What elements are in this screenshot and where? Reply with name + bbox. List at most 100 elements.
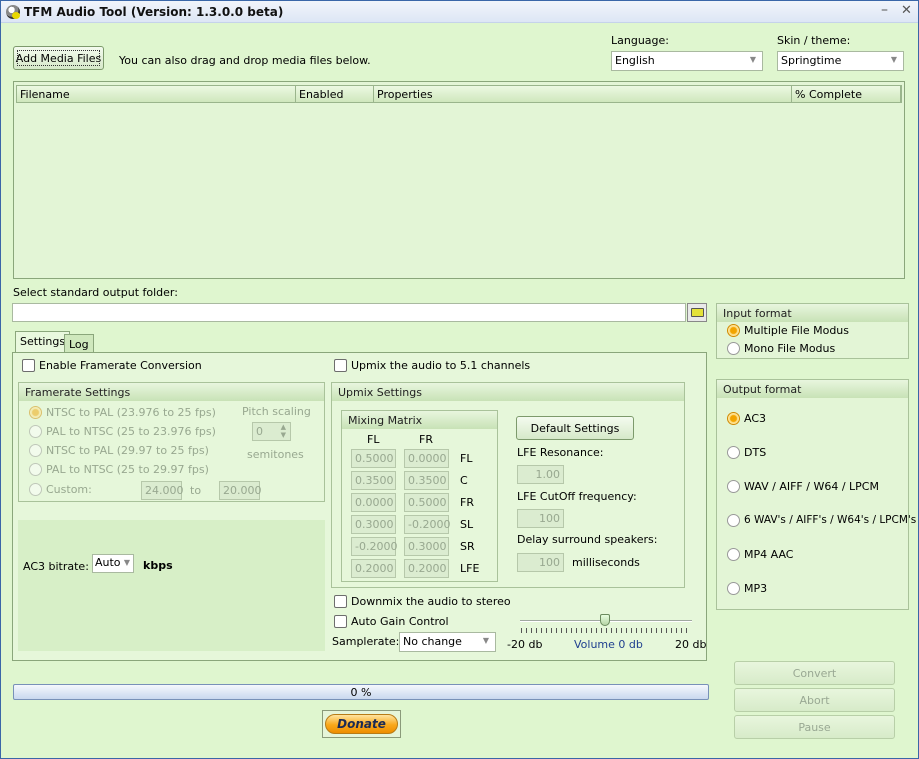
upmix-settings-title: Upmix Settings <box>332 383 684 401</box>
samplerate-label: Samplerate: <box>332 635 400 648</box>
output-format-radio[interactable] <box>727 514 740 527</box>
downmix-label: Downmix the audio to stereo <box>351 595 511 608</box>
input-format-radio[interactable] <box>727 342 740 355</box>
lfe-cutoff-label: LFE CutOff frequency: <box>517 490 637 503</box>
ac3-settings-area <box>18 520 325 651</box>
minimize-button[interactable]: – <box>881 2 888 18</box>
samplerate-select[interactable]: No change ▼ <box>399 632 496 652</box>
matrix-fr-input[interactable]: 0.0000 <box>404 449 449 468</box>
matrix-fl-input[interactable]: 0.2000 <box>351 559 396 578</box>
matrix-fr-input[interactable]: 0.5000 <box>404 493 449 512</box>
output-format-option: AC3 <box>744 412 767 425</box>
donate-button[interactable]: Donate <box>325 714 398 734</box>
add-media-files-button[interactable]: Add Media Files <box>13 46 104 70</box>
matrix-row-label: C <box>460 474 468 487</box>
chevron-down-icon: ▼ <box>123 558 130 567</box>
pitch-scaling-stepper[interactable]: 0 ▲ ▼ <box>252 422 291 441</box>
output-format-radio[interactable] <box>727 548 740 561</box>
input-format-option: Mono File Modus <box>744 342 836 355</box>
column-percent-complete[interactable]: % Complete <box>792 86 901 102</box>
samplerate-value: No change <box>403 635 462 648</box>
delay-surround-label: Delay surround speakers: <box>517 533 658 546</box>
output-format-radio[interactable] <box>727 480 740 493</box>
language-value: English <box>615 54 655 67</box>
drag-drop-hint: You can also drag and drop media files b… <box>119 54 371 67</box>
matrix-fl-input[interactable]: 0.3000 <box>351 515 396 534</box>
upmix-checkbox[interactable] <box>334 359 347 372</box>
app-window: TFM Audio Tool (Version: 1.3.0.0 beta) –… <box>0 0 919 759</box>
matrix-fl-input[interactable]: -0.2000 <box>351 537 397 556</box>
framerate-conversion-checkbox[interactable] <box>22 359 35 372</box>
downmix-checkbox[interactable] <box>334 595 347 608</box>
lfe-resonance-label: LFE Resonance: <box>517 446 604 459</box>
browse-folder-button[interactable] <box>687 303 707 322</box>
matrix-fr-input[interactable]: 0.2000 <box>404 559 449 578</box>
skin-select[interactable]: Springtime ▼ <box>777 51 904 71</box>
kbps-label: kbps <box>143 559 173 572</box>
custom-from-input[interactable]: 24.000 <box>141 481 184 500</box>
title-bar: TFM Audio Tool (Version: 1.3.0.0 beta) –… <box>1 1 918 23</box>
framerate-option-radio[interactable] <box>29 444 42 457</box>
matrix-fr-input[interactable]: -0.2000 <box>404 515 450 534</box>
convert-button[interactable]: Convert <box>734 661 895 685</box>
output-format-option: MP4 AAC <box>744 548 794 561</box>
upmix-label: Upmix the audio to 5.1 channels <box>351 359 531 372</box>
framerate-option-label: NTSC to PAL (29.97 to 25 fps) <box>46 444 209 457</box>
framerate-option-radio[interactable] <box>29 406 42 419</box>
volume-slider-thumb[interactable] <box>600 614 610 626</box>
volume-value-label: Volume 0 db <box>574 638 643 651</box>
input-format-radio[interactable] <box>727 324 740 337</box>
tab-settings[interactable]: Settings <box>15 331 71 353</box>
output-format-radio[interactable] <box>727 582 740 595</box>
framerate-option-label: PAL to NTSC (25 to 23.976 fps) <box>46 425 216 438</box>
output-format-radio[interactable] <box>727 412 740 425</box>
output-format-option: DTS <box>744 446 767 459</box>
output-format-radio[interactable] <box>727 446 740 459</box>
matrix-fl-input[interactable]: 0.0000 <box>351 493 396 512</box>
output-format-option: WAV / AIFF / W64 / LPCM <box>744 480 879 493</box>
volume-slider-ticks <box>521 628 691 633</box>
chevron-down-icon: ▼ <box>482 636 489 645</box>
column-filename[interactable]: Filename <box>17 86 296 102</box>
output-folder-input[interactable] <box>12 303 686 322</box>
column-enabled[interactable]: Enabled <box>296 86 374 102</box>
media-file-list[interactable]: Filename Enabled Properties % Complete <box>13 81 905 279</box>
framerate-option-radio[interactable] <box>29 483 42 496</box>
auto-gain-checkbox[interactable] <box>334 615 347 628</box>
output-format-option: MP3 <box>744 582 768 595</box>
ac3-bitrate-select[interactable]: Auto ▼ <box>92 554 134 573</box>
volume-max-label: 20 db <box>675 638 707 651</box>
output-format-option: 6 WAV's / AIFF's / W64's / LPCM's <box>744 514 917 526</box>
matrix-fl-input[interactable]: 0.3500 <box>351 471 396 490</box>
default-settings-button[interactable]: Default Settings <box>516 416 634 440</box>
close-button[interactable]: ✕ <box>901 3 912 18</box>
custom-to-input[interactable]: 20.000 <box>219 481 262 500</box>
matrix-row-label: SL <box>460 518 474 531</box>
lfe-cutoff-input[interactable]: 100 <box>517 509 564 528</box>
matrix-row-label: LFE <box>460 562 480 575</box>
matrix-col-fl: FL <box>367 433 380 446</box>
folder-icon <box>691 308 704 317</box>
semitones-label: semitones <box>247 448 304 461</box>
framerate-option-label: Custom: <box>46 483 92 496</box>
framerate-option-label: PAL to NTSC (25 to 29.97 fps) <box>46 463 209 476</box>
column-properties[interactable]: Properties <box>374 86 792 102</box>
framerate-option-radio[interactable] <box>29 425 42 438</box>
framerate-conversion-label: Enable Framerate Conversion <box>39 359 202 372</box>
file-list-header: Filename Enabled Properties % Complete <box>16 85 902 103</box>
framerate-option-radio[interactable] <box>29 463 42 476</box>
matrix-col-fr: FR <box>419 433 433 446</box>
matrix-fr-input[interactable]: 0.3500 <box>404 471 449 490</box>
chevron-down-icon: ▼ <box>890 55 897 64</box>
lfe-resonance-input[interactable]: 1.00 <box>517 465 564 484</box>
tab-log[interactable]: Log <box>64 334 94 353</box>
language-select[interactable]: English ▼ <box>611 51 763 71</box>
delay-surround-input[interactable]: 100 <box>517 553 564 572</box>
pause-button[interactable]: Pause <box>734 715 895 739</box>
ac3-bitrate-label: AC3 bitrate: <box>23 560 89 573</box>
app-icon <box>6 5 20 19</box>
abort-button[interactable]: Abort <box>734 688 895 712</box>
ac3-bitrate-value: Auto <box>95 556 121 569</box>
matrix-fl-input[interactable]: 0.5000 <box>351 449 396 468</box>
matrix-fr-input[interactable]: 0.3000 <box>404 537 449 556</box>
